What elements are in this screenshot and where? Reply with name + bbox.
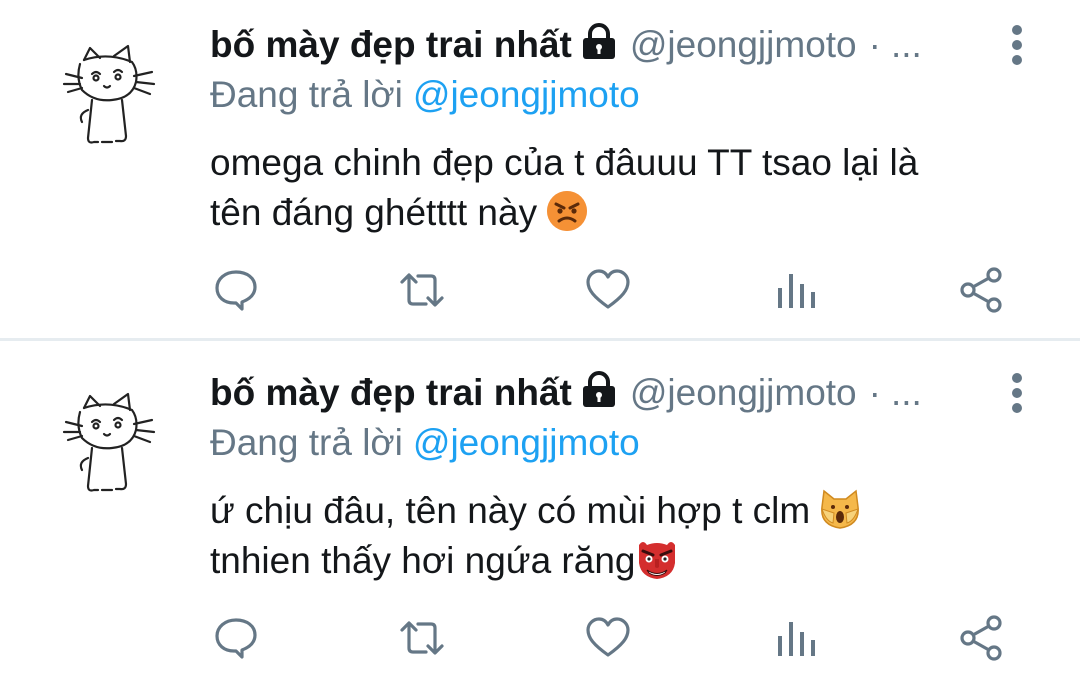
replying-to-handle[interactable]: @jeongjjmoto xyxy=(413,422,640,463)
tweet-text-line-1: ứ chịu đâu, tên này có mùi hợp t clm xyxy=(210,486,1030,536)
replying-to: Đang trả lời @jeongjjmoto xyxy=(210,72,640,118)
handle[interactable]: @jeongjjmoto xyxy=(630,372,857,413)
display-name[interactable]: bố mày đẹp trai nhất xyxy=(210,372,572,413)
tweet-text-line-2: tnhien thấy hơi ngứa răng xyxy=(210,536,1030,586)
replying-to-label: Đang trả lời xyxy=(210,74,403,115)
replying-to-handle[interactable]: @jeongjjmoto xyxy=(413,74,640,115)
more-vertical-icon[interactable] xyxy=(1004,370,1030,416)
tweet-text-line: ứ chịu đâu, tên này có mùi hợp t clm xyxy=(210,490,811,531)
tweet-header: bố mày đẹp trai nhất @jeongjjmoto ·... xyxy=(210,22,1010,68)
timestamp-ellipsis: ... xyxy=(890,24,922,65)
goblin-mask-emoji xyxy=(635,537,679,581)
weary-cat-emoji xyxy=(818,487,862,531)
tweet-text: ứ chịu đâu, tên này có mùi hợp t clm tnh… xyxy=(210,486,1030,586)
stats-icon[interactable] xyxy=(772,266,820,314)
lock-icon xyxy=(580,371,618,409)
retweet-icon[interactable] xyxy=(398,614,446,662)
cat-avatar-icon xyxy=(62,44,156,144)
tweet-text-line: tnhien thấy hơi ngứa răng xyxy=(210,540,636,581)
like-icon[interactable] xyxy=(584,614,632,662)
tweet-actions xyxy=(0,614,1080,666)
replying-to-label: Đang trả lời xyxy=(210,422,403,463)
tweet-divider xyxy=(0,338,1080,341)
separator-dot: · xyxy=(868,24,881,65)
avatar[interactable] xyxy=(52,42,164,152)
reply-icon[interactable] xyxy=(212,266,260,314)
tweet-text: omega chinh đẹp của t đâuuu TT tsao lại … xyxy=(210,138,1030,238)
reply-icon[interactable] xyxy=(212,614,260,662)
like-icon[interactable] xyxy=(584,266,632,314)
replying-to: Đang trả lời @jeongjjmoto xyxy=(210,420,640,466)
tweet-actions xyxy=(0,266,1080,318)
more-vertical-icon[interactable] xyxy=(1004,22,1030,68)
tweet-text-line: tên đáng ghétttt này xyxy=(210,192,538,233)
share-icon[interactable] xyxy=(958,266,1006,314)
handle[interactable]: @jeongjjmoto xyxy=(630,24,857,65)
timestamp-ellipsis: ... xyxy=(890,372,922,413)
display-name[interactable]: bố mày đẹp trai nhất xyxy=(210,24,572,65)
share-icon[interactable] xyxy=(958,614,1006,662)
tweet-text-line: omega chinh đẹp của t đâuuu TT tsao lại … xyxy=(210,142,919,183)
avatar[interactable] xyxy=(52,390,164,500)
tweet[interactable]: bố mày đẹp trai nhất @jeongjjmoto ·... Đan… xyxy=(0,0,1080,338)
retweet-icon[interactable] xyxy=(398,266,446,314)
angry-face-emoji xyxy=(545,189,589,233)
lock-icon xyxy=(580,23,618,61)
stats-icon[interactable] xyxy=(772,614,820,662)
separator-dot: · xyxy=(868,372,881,413)
tweet-text-line-2: tên đáng ghétttt này xyxy=(210,188,1030,238)
tweet[interactable]: bố mày đẹp trai nhất @jeongjjmoto ·... Đan… xyxy=(0,348,1080,686)
cat-avatar-icon xyxy=(62,392,156,492)
tweet-header: bố mày đẹp trai nhất @jeongjjmoto ·... xyxy=(210,370,1010,416)
